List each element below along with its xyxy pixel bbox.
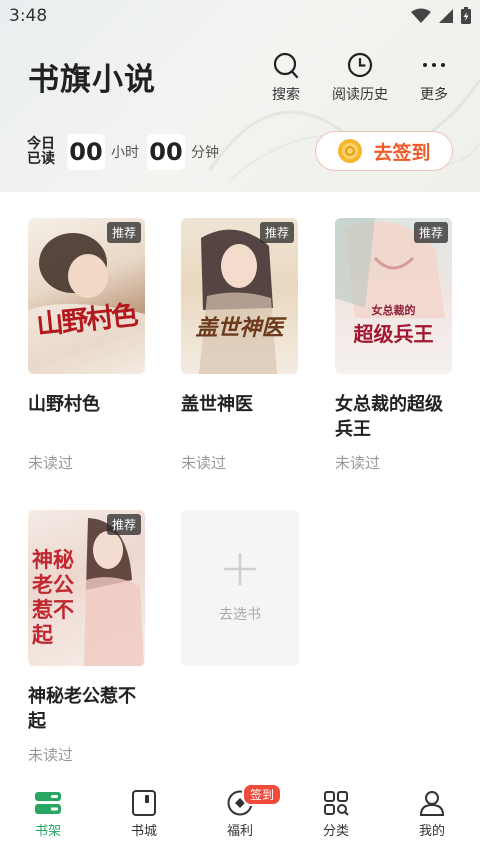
read-status: 未读过 xyxy=(335,454,381,472)
recommend-badge: 推荐 xyxy=(106,222,141,243)
today-reading-time: 今日已读 00 小时 00 分钟 xyxy=(27,134,219,170)
coin-icon xyxy=(338,139,363,163)
recommend-badge: 推荐 xyxy=(413,222,448,243)
book-item[interactable]: 女总裁的 超级兵王 推荐 女总裁的超级兵王 未读过 xyxy=(335,218,465,472)
book-item[interactable]: 神秘老公惹不起 推荐 神秘老公惹不起 未读过 xyxy=(28,510,158,764)
tab-welfare[interactable]: 签到 福利 xyxy=(192,783,288,839)
reading-history-label: 阅读历史 xyxy=(332,87,388,103)
book-cover[interactable]: 神秘老公惹不起 推荐 xyxy=(28,510,145,666)
cover-title: 超级兵王 xyxy=(353,322,434,346)
checkin-badge: 签到 xyxy=(242,783,283,806)
search-icon xyxy=(273,52,299,79)
read-status: 未读过 xyxy=(181,454,227,472)
add-book-button[interactable]: 去选书 xyxy=(181,510,299,666)
reading-history-button[interactable]: 阅读历史 xyxy=(323,52,397,104)
tab-label: 书城 xyxy=(130,824,157,839)
plus-icon xyxy=(224,553,256,585)
profile-icon xyxy=(419,791,445,816)
search-label: 搜索 xyxy=(272,87,300,103)
recommend-badge: 推荐 xyxy=(106,514,141,535)
minutes-unit: 分钟 xyxy=(191,145,219,161)
cover-title: 神秘老公惹不起 xyxy=(32,548,74,647)
app-title: 书旗小说 xyxy=(28,62,156,98)
status-bar: 3:48 xyxy=(0,0,480,34)
book-cover[interactable]: 女总裁的 超级兵王 推荐 xyxy=(335,218,452,374)
today-read-label: 今日已读 xyxy=(27,136,55,167)
tab-bookstore[interactable]: 书城 xyxy=(96,790,192,839)
checkin-label: 去签到 xyxy=(373,141,431,164)
book-title: 神秘老公惹不起 xyxy=(28,686,136,732)
tab-label: 分类 xyxy=(322,824,349,839)
book-cover[interactable]: 盖世神医 推荐 xyxy=(181,218,298,374)
tab-profile[interactable]: 我的 xyxy=(384,790,480,839)
bottom-tab-bar: 书架 书城 签到 福利 分类 我的 xyxy=(0,780,480,855)
minutes-value: 00 xyxy=(147,134,185,170)
status-time: 3:48 xyxy=(9,6,48,26)
bookshelf-icon xyxy=(35,792,61,814)
tab-label: 书架 xyxy=(34,824,61,839)
book-item[interactable]: 盖世神医 推荐 盖世神医 未读过 xyxy=(181,218,311,472)
checkin-button[interactable]: 去签到 xyxy=(315,131,453,171)
read-status: 未读过 xyxy=(28,746,74,764)
book-cover[interactable]: 山野村色 推荐 xyxy=(28,218,145,374)
cover-title: 盖世神医 xyxy=(195,316,284,341)
bookstore-icon xyxy=(132,790,156,816)
cover-subtitle: 女总裁的 xyxy=(371,304,416,317)
book-title: 山野村色 xyxy=(28,394,100,415)
more-icon xyxy=(423,63,445,67)
more-button[interactable]: 更多 xyxy=(397,52,471,104)
hours-value: 00 xyxy=(67,134,105,170)
tab-label: 福利 xyxy=(226,824,253,839)
header: 3:48 书旗小说 搜索 阅读历史 更多 今日已读 00 小时 00 分钟 去签… xyxy=(0,0,480,192)
read-status: 未读过 xyxy=(28,454,74,472)
tab-bookshelf[interactable]: 书架 xyxy=(0,790,96,839)
clock-icon xyxy=(347,52,373,78)
book-item[interactable]: 山野村色 推荐 山野村色 未读过 xyxy=(28,218,158,472)
category-icon xyxy=(324,791,349,816)
signal-icon xyxy=(439,9,453,23)
book-title: 女总裁的超级兵王 xyxy=(335,394,443,440)
hours-unit: 小时 xyxy=(111,145,139,161)
tab-label: 我的 xyxy=(418,824,445,839)
book-title: 盖世神医 xyxy=(181,394,253,415)
add-book-label: 去选书 xyxy=(219,607,261,623)
more-label: 更多 xyxy=(420,87,448,103)
tab-category[interactable]: 分类 xyxy=(288,790,384,839)
battery-icon xyxy=(461,7,471,24)
recommend-badge: 推荐 xyxy=(259,222,294,243)
wifi-icon xyxy=(411,8,431,23)
search-button[interactable]: 搜索 xyxy=(249,52,323,104)
